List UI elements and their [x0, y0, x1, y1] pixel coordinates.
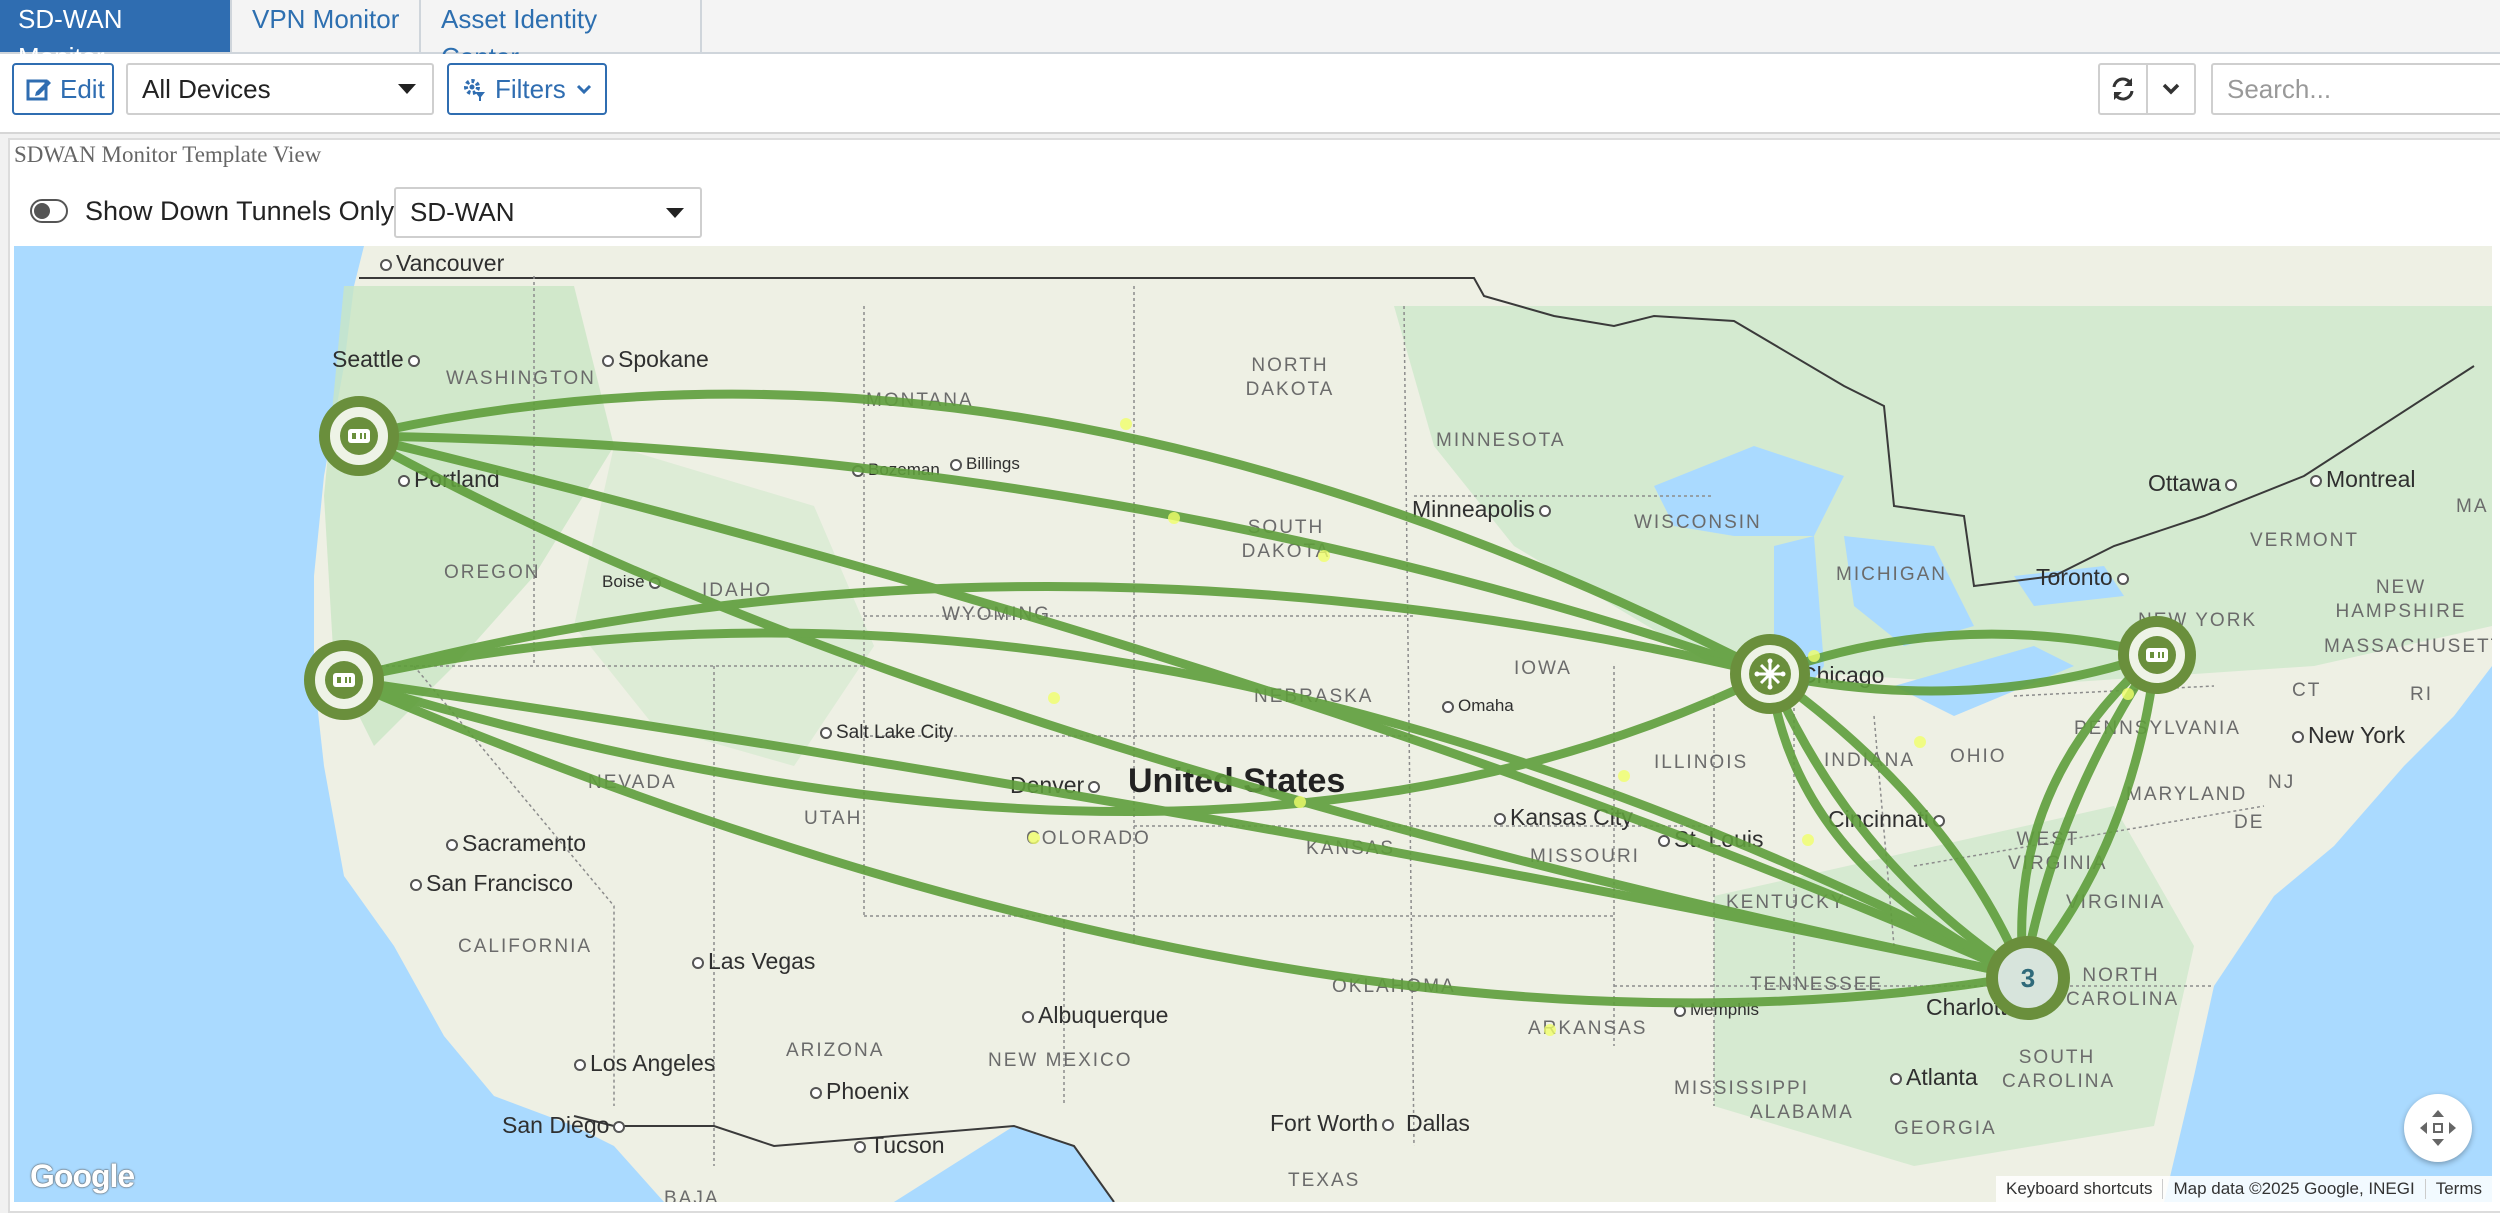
- device-node-portland[interactable]: [319, 396, 399, 476]
- edit-label: Edit: [60, 73, 105, 104]
- gear-filter-icon: [464, 79, 485, 101]
- device-icon: [325, 661, 363, 699]
- filters-label: Filters: [495, 73, 566, 104]
- hub-node-chicago[interactable]: [1730, 634, 1810, 714]
- chevron-down-icon: [2162, 83, 2180, 95]
- traffic-highlight: [1618, 770, 1630, 782]
- google-logo: Google: [30, 1158, 135, 1194]
- traffic-highlight: [1048, 692, 1060, 704]
- traffic-highlight: [1168, 512, 1180, 524]
- refresh-icon: [2112, 77, 2134, 101]
- map-attribution: Keyboard shortcuts Map data ©2025 Google…: [1996, 1176, 2492, 1202]
- keyboard-shortcuts-link[interactable]: Keyboard shortcuts: [1996, 1179, 2162, 1199]
- tunnel-link: [2017, 649, 2161, 981]
- traffic-highlight: [1318, 550, 1330, 562]
- tab-vpn-monitor[interactable]: VPN Monitor: [232, 0, 421, 52]
- traffic-highlight: [1802, 834, 1814, 846]
- refresh-button[interactable]: [2098, 63, 2148, 115]
- edit-icon: [26, 79, 51, 101]
- traffic-highlight: [1294, 796, 1306, 808]
- device-icon: [2138, 636, 2176, 674]
- filters-button[interactable]: Filters: [447, 63, 607, 115]
- tab-sd-wan-monitor[interactable]: SD-WAN Monitor: [0, 0, 232, 72]
- traffic-highlight: [2122, 688, 2134, 700]
- tab-asset-identity-center[interactable]: Asset Identity Center: [421, 0, 702, 72]
- device-node-california[interactable]: [304, 640, 384, 720]
- tunnel-link: [354, 431, 1775, 679]
- show-down-tunnels-toggle[interactable]: [30, 199, 68, 223]
- traffic-highlight: [1028, 832, 1040, 844]
- tab-bar: SD-WAN Monitor VPN Monitor Asset Identit…: [0, 0, 2500, 72]
- terms-link[interactable]: Terms: [2424, 1179, 2492, 1199]
- tunnel-type-select[interactable]: SD-WAN: [394, 187, 702, 238]
- hub-icon: [1749, 653, 1791, 695]
- tunnels-layer: [339, 389, 2161, 1036]
- tunnel-links: [339, 389, 2161, 1008]
- traffic-highlight: [1120, 418, 1132, 430]
- search-input[interactable]: [2211, 63, 2500, 115]
- map-data-text: Map data ©2025 Google, INEGI: [2162, 1179, 2424, 1199]
- device-node-new-york[interactable]: [2118, 616, 2196, 694]
- devices-select-value: All Devices: [142, 73, 271, 104]
- traffic-highlight: [1808, 650, 1820, 662]
- refresh-options-dropdown[interactable]: [2148, 63, 2196, 115]
- show-down-tunnels-label: Show Down Tunnels Only: [85, 196, 395, 226]
- devices-select[interactable]: All Devices: [126, 63, 434, 115]
- chevron-down-icon: [576, 84, 591, 95]
- tunnel-link: [339, 675, 2029, 1008]
- tunnel-type-value: SD-WAN: [410, 197, 515, 227]
- move-arrows-icon: [2420, 1110, 2456, 1146]
- tunnel-link: [339, 675, 2029, 981]
- cluster-count: 3: [2020, 962, 2036, 993]
- map-camera-control-button[interactable]: [2404, 1094, 2472, 1162]
- edit-button[interactable]: Edit: [12, 63, 114, 115]
- caret-down-icon: [398, 84, 416, 94]
- sdwan-map[interactable]: Vancouver Seattle Spokane Portland Bozem…: [14, 246, 2492, 1202]
- toggle-knob: [34, 203, 50, 219]
- caret-down-icon: [666, 207, 684, 218]
- traffic-highlight: [1914, 736, 1926, 748]
- tunnel-link: [339, 581, 1775, 685]
- traffic-highlight: [1544, 1024, 1556, 1036]
- toolbar: Edit All Devices Filters: [0, 54, 2500, 134]
- device-icon: [340, 417, 378, 455]
- cluster-node-charlotte[interactable]: 3: [1986, 936, 2070, 1020]
- panel-title: SDWAN Monitor Template View: [14, 142, 322, 167]
